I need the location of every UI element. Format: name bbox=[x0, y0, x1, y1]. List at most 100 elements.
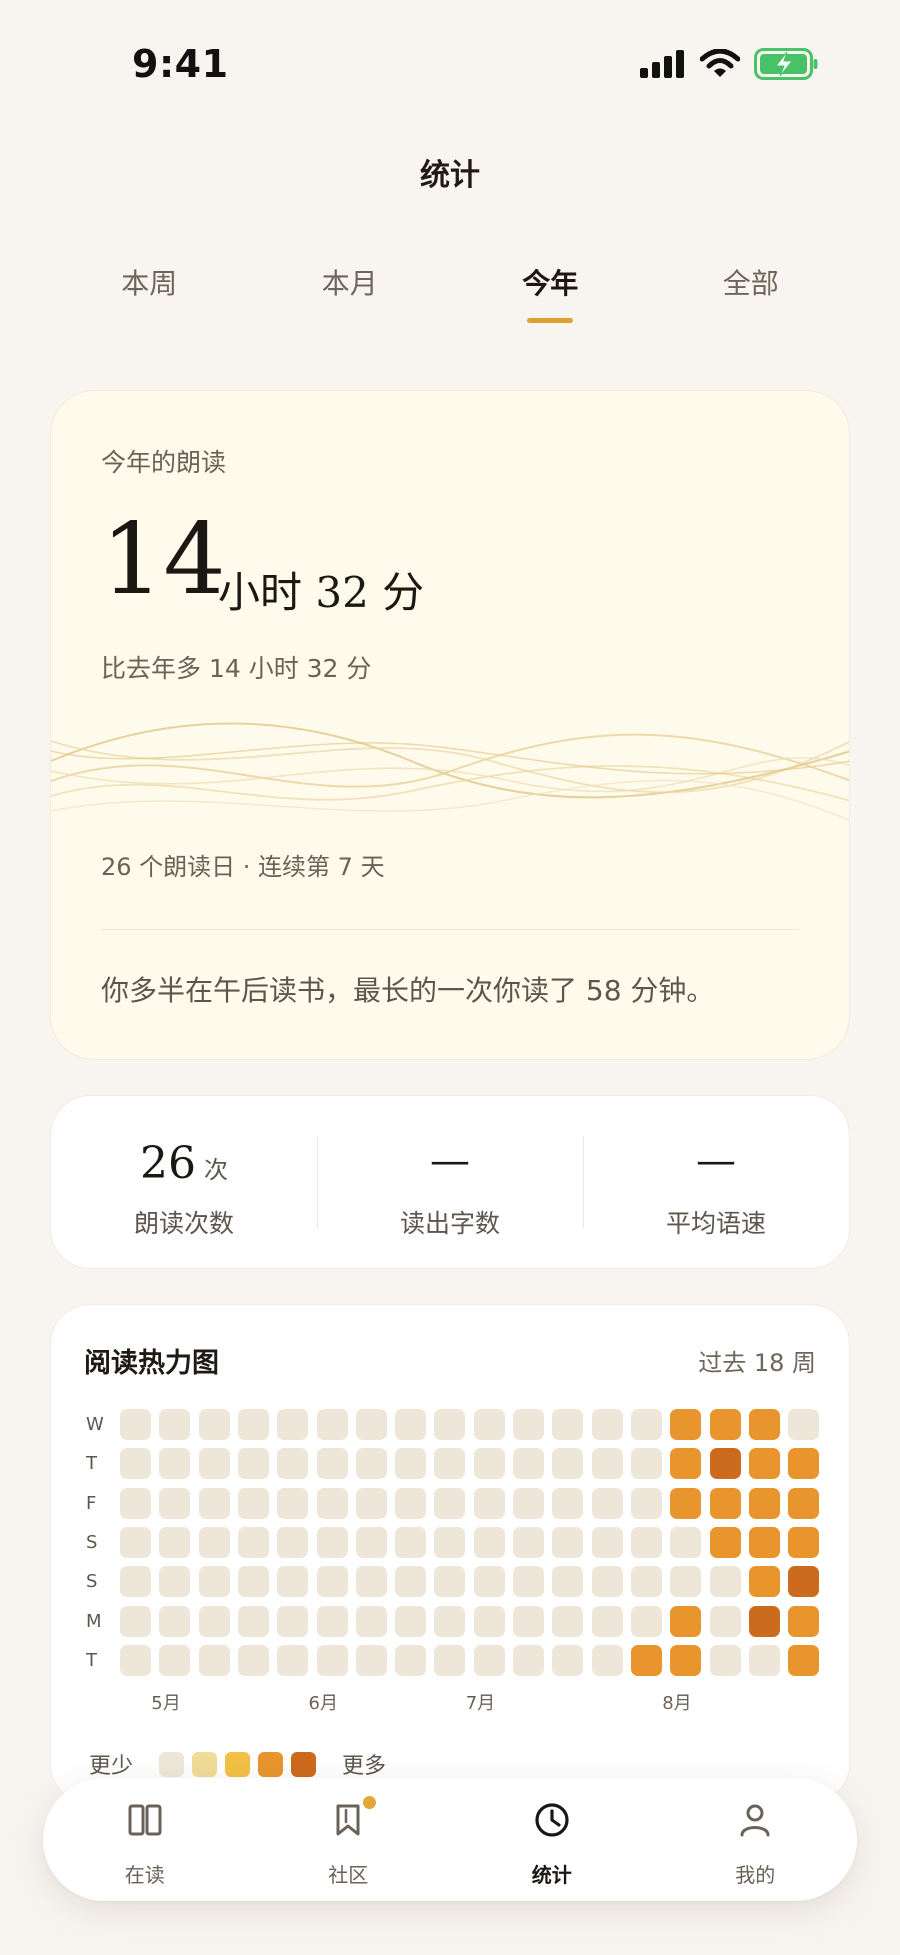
heatmap-month-labels: 5月 6月 7月 8月 bbox=[51, 1689, 849, 1719]
heatmap-cell bbox=[709, 1448, 741, 1480]
heatmap-cell bbox=[473, 1644, 505, 1676]
heatmap-cell bbox=[552, 1605, 584, 1637]
heatmap-cell bbox=[670, 1566, 702, 1598]
heatmap-cell bbox=[788, 1409, 820, 1440]
nav-label: 统计 bbox=[531, 1863, 572, 1887]
heatmap-cell bbox=[591, 1448, 623, 1480]
reading-insight: 你多半在午后读书，最长的一次你读了 58 分钟。 bbox=[101, 974, 715, 1007]
heatmap-cell bbox=[120, 1644, 151, 1676]
reading-days-streak: 26 个朗读日 · 连续第 7 天 bbox=[101, 853, 385, 881]
heatmap-cell bbox=[788, 1448, 820, 1480]
battery-charging-icon bbox=[754, 48, 818, 80]
nav-item-community[interactable]: 社区 bbox=[247, 1778, 451, 1901]
book-open-icon bbox=[128, 1804, 162, 1836]
year-comparison: 比去年多 14 小时 32 分 bbox=[101, 654, 372, 683]
heatmap-cell bbox=[709, 1526, 741, 1558]
heatmap-cell bbox=[120, 1526, 151, 1558]
nav-item-stats[interactable]: 统计 bbox=[450, 1778, 654, 1901]
tab-this-month[interactable]: 本月 bbox=[250, 262, 451, 322]
heatmap-cell bbox=[434, 1409, 466, 1440]
heatmap-cell bbox=[277, 1566, 309, 1598]
heatmap-cell bbox=[277, 1644, 309, 1676]
heatmap-cell bbox=[277, 1605, 309, 1637]
heatmap-cell bbox=[513, 1566, 544, 1598]
heatmap-cell bbox=[552, 1448, 584, 1480]
heatmap-cell bbox=[709, 1487, 741, 1519]
heatmap-cell bbox=[473, 1409, 505, 1440]
heatmap-cell bbox=[159, 1409, 191, 1440]
heatmap-cell bbox=[434, 1487, 466, 1519]
heatmap-cell bbox=[198, 1448, 230, 1480]
heatmap-cell bbox=[237, 1409, 269, 1440]
decorative-waves bbox=[51, 722, 849, 821]
heatmap-cell bbox=[473, 1605, 505, 1637]
heatmap-cell bbox=[630, 1605, 662, 1637]
page-title: 统计 bbox=[420, 158, 480, 193]
heatmap-cell bbox=[513, 1409, 544, 1440]
tab-this-year[interactable]: 今年 bbox=[450, 262, 651, 323]
metric-value: 26 bbox=[140, 1138, 196, 1189]
total-hours-number: 14 bbox=[101, 503, 226, 617]
heatmap-cell bbox=[434, 1526, 466, 1558]
period-tabs: 本周 本月 今年 全部 bbox=[49, 262, 852, 323]
heatmap-cell bbox=[630, 1448, 662, 1480]
status-time: 9:41 bbox=[132, 42, 229, 86]
heatmap-cell bbox=[434, 1605, 466, 1637]
heatmap-cell bbox=[788, 1605, 820, 1637]
heatmap-cell bbox=[277, 1487, 309, 1519]
heatmap-cell bbox=[788, 1526, 820, 1558]
heatmap-cell bbox=[355, 1566, 387, 1598]
heatmap-cell bbox=[788, 1487, 820, 1519]
heatmap-cell bbox=[709, 1409, 741, 1440]
wifi-icon bbox=[700, 49, 740, 77]
heatmap-day-label: W bbox=[86, 1414, 104, 1435]
legend-swatch-4 bbox=[291, 1751, 317, 1777]
heatmap-month-label: 5月 bbox=[151, 1693, 181, 1714]
heatmap-month-label: 7月 bbox=[465, 1693, 496, 1714]
status-bar: 9:41 bbox=[0, 0, 900, 110]
heatmap-cell bbox=[591, 1487, 623, 1519]
heatmap-title: 阅读热力图 bbox=[84, 1348, 219, 1379]
summary-label: 今年的朗读 bbox=[101, 448, 227, 477]
heatmap-cell bbox=[434, 1566, 466, 1598]
tab-all-time[interactable]: 全部 bbox=[651, 262, 852, 322]
heatmap-cell bbox=[513, 1605, 544, 1637]
heatmap-cell bbox=[159, 1526, 191, 1558]
heatmap-cell bbox=[630, 1526, 662, 1558]
heatmap-cell bbox=[355, 1526, 387, 1558]
metric-value: — bbox=[430, 1138, 470, 1184]
nav-item-reading[interactable]: 在读 bbox=[43, 1778, 247, 1901]
heatmap-cell bbox=[670, 1409, 702, 1440]
heatmap-cell bbox=[552, 1644, 584, 1676]
metric-unit: 次 bbox=[204, 1156, 228, 1184]
metrics-card: 26 次 朗读次数 — 读出字数 — 平均语速 bbox=[50, 1095, 850, 1269]
heatmap-cell bbox=[198, 1644, 230, 1676]
heatmap-cell bbox=[513, 1526, 544, 1558]
nav-item-profile[interactable]: 我的 bbox=[654, 1778, 858, 1901]
heatmap-cell bbox=[237, 1526, 269, 1558]
tab-this-week[interactable]: 本周 bbox=[49, 262, 250, 322]
heatmap-cell bbox=[552, 1526, 584, 1558]
heatmap-cell bbox=[670, 1526, 702, 1558]
heatmap-cell bbox=[316, 1409, 348, 1440]
heatmap-cell bbox=[159, 1448, 191, 1480]
heatmap-cell bbox=[355, 1409, 387, 1440]
heatmap-cell bbox=[120, 1487, 151, 1519]
metric-value: — bbox=[696, 1138, 736, 1184]
heatmap-cell bbox=[473, 1566, 505, 1598]
heatmap-cell bbox=[159, 1487, 191, 1519]
heatmap-cell bbox=[591, 1566, 623, 1598]
heatmap-cell bbox=[630, 1487, 662, 1519]
heatmap-cell bbox=[277, 1526, 309, 1558]
heatmap-cell bbox=[237, 1487, 269, 1519]
heatmap-cell bbox=[591, 1409, 623, 1440]
heatmap-cell bbox=[591, 1644, 623, 1676]
heatmap-cell bbox=[237, 1566, 269, 1598]
heatmap-cell bbox=[591, 1605, 623, 1637]
heatmap-cell bbox=[198, 1526, 230, 1558]
heatmap-cell bbox=[355, 1605, 387, 1637]
person-icon bbox=[740, 1804, 770, 1837]
heatmap-cell bbox=[395, 1448, 427, 1480]
nav-label: 我的 bbox=[735, 1863, 776, 1887]
heatmap-cell bbox=[552, 1487, 584, 1519]
